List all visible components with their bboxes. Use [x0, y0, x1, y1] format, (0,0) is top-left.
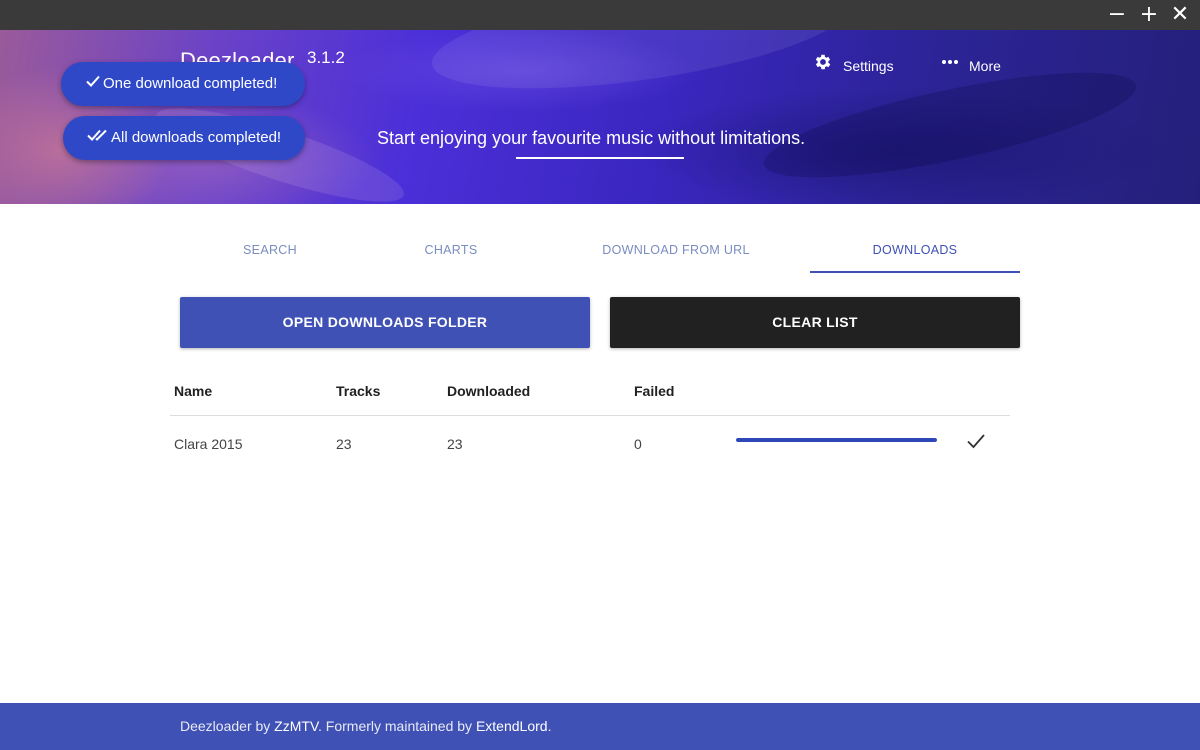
- tagline: Start enjoying your favourite music with…: [377, 128, 806, 148]
- author-link[interactable]: ZzMTV: [274, 718, 318, 734]
- tab-download-from-url[interactable]: DOWNLOAD FROM URL: [576, 234, 776, 272]
- banner-texture: [425, 30, 855, 109]
- clear-list-button[interactable]: CLEAR LIST: [610, 297, 1020, 348]
- tab-search[interactable]: SEARCH: [180, 234, 360, 272]
- tab-charts[interactable]: CHARTS: [361, 234, 541, 272]
- table-row: Clara 2015 23 23 0: [170, 416, 1010, 472]
- window-titlebar: − + ✕: [0, 0, 1200, 30]
- maintainer-link[interactable]: ExtendLord: [476, 718, 548, 734]
- toast-label: One download completed!: [103, 75, 278, 92]
- open-downloads-folder-button[interactable]: OPEN DOWNLOADS FOLDER: [180, 297, 590, 348]
- download-progress-bar: [736, 438, 937, 442]
- footer: Deezloader by ZzMTV. Formerly maintained…: [0, 703, 1200, 750]
- gear-icon: [813, 52, 833, 79]
- column-header-failed: Failed: [634, 383, 675, 399]
- double-check-icon: [87, 116, 109, 160]
- column-header-downloaded: Downloaded: [447, 383, 531, 399]
- cell-downloaded: 23: [447, 436, 463, 452]
- app-version: 3.1.2: [307, 48, 345, 67]
- active-tab-indicator: [810, 271, 1020, 273]
- more-label: More: [969, 57, 1001, 74]
- footer-middle: . Formerly maintained by: [318, 718, 476, 734]
- footer-prefix: Deezloader by: [180, 718, 275, 734]
- check-icon: [85, 62, 101, 106]
- minimize-button[interactable]: −: [1101, 0, 1133, 30]
- tagline-underline: [516, 157, 684, 159]
- main-tabs: SEARCH CHARTS DOWNLOAD FROM URL DOWNLOAD…: [180, 234, 1020, 274]
- footer-credits: Deezloader by ZzMTV. Formerly maintained…: [180, 718, 551, 734]
- footer-suffix: .: [547, 718, 552, 734]
- maximize-button[interactable]: +: [1133, 0, 1165, 30]
- close-button[interactable]: ✕: [1164, 0, 1196, 30]
- settings-label: Settings: [843, 57, 894, 74]
- toast-label: All downloads completed!: [111, 129, 282, 146]
- tab-downloads[interactable]: DOWNLOADS: [810, 234, 1020, 272]
- cell-failed: 0: [634, 436, 642, 452]
- column-header-name: Name: [174, 383, 213, 399]
- cell-name: Clara 2015: [174, 436, 243, 452]
- toast-all-downloads-completed[interactable]: All downloads completed!: [63, 116, 305, 160]
- check-icon: [965, 430, 987, 452]
- download-progress-fill: [736, 438, 937, 442]
- settings-button[interactable]: Settings: [813, 52, 894, 76]
- cell-tracks: 23: [336, 436, 352, 452]
- toast-one-download-completed[interactable]: One download completed!: [61, 62, 305, 106]
- more-horizontal-icon: [941, 52, 959, 79]
- more-button[interactable]: More: [941, 52, 1001, 76]
- column-header-tracks: Tracks: [336, 383, 381, 399]
